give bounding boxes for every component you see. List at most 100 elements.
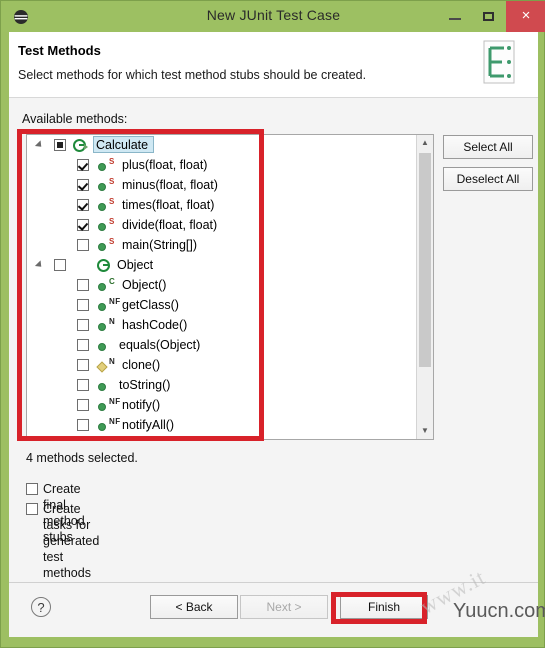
tree-row-label: clone() <box>122 358 161 372</box>
public-method-icon <box>98 303 106 311</box>
modifier-superscript: NF <box>109 397 121 406</box>
tree-row[interactable]: Splus(float, float) <box>27 155 416 175</box>
java-class-icon <box>73 138 88 153</box>
row-checkbox[interactable] <box>77 239 89 251</box>
row-checkbox[interactable] <box>77 419 89 431</box>
tree-row[interactable]: NF notifyAll() <box>27 415 416 435</box>
scrollbar-thumb[interactable] <box>419 153 431 367</box>
modifier-superscript: N <box>109 317 115 326</box>
public-method-icon <box>98 283 106 291</box>
tree-row[interactable]: Calculate <box>27 135 416 155</box>
tree-row-label: Object <box>117 258 154 272</box>
tree-row-label: notify() <box>122 398 161 412</box>
tree-row-label: notifyAll() <box>122 418 175 432</box>
methods-tree-rows: Calculate Splus(float, float) Sminus(float… <box>27 135 416 439</box>
wizard-banner: Test Methods Select methods for which te… <box>9 32 538 98</box>
row-checkbox[interactable] <box>54 139 66 151</box>
expanded-twisty-icon[interactable] <box>34 140 45 150</box>
tree-row[interactable]: Sminus(float, float) <box>27 175 416 195</box>
tree-row-label: Object() <box>122 278 167 292</box>
select-all-button[interactable]: Select All <box>443 135 533 159</box>
public-method-icon <box>98 223 106 231</box>
expanded-twisty-icon[interactable] <box>34 260 45 270</box>
page-title: Test Methods <box>18 43 101 58</box>
tree-row[interactable]: C Object() <box>27 275 416 295</box>
row-checkbox[interactable] <box>77 199 89 211</box>
row-checkbox[interactable] <box>77 339 89 351</box>
help-icon[interactable]: ? <box>31 597 51 617</box>
modifier-superscript: S <box>109 237 115 246</box>
tree-row[interactable]: Stimes(float, float) <box>27 195 416 215</box>
maximize-icon <box>483 12 494 21</box>
public-method-icon <box>98 383 106 391</box>
scroll-down-icon[interactable]: ▼ <box>417 423 433 439</box>
methods-tree[interactable]: Calculate Splus(float, float) Sminus(float… <box>26 134 434 440</box>
modifier-superscript: N <box>109 357 115 366</box>
watermark-brand: Yuucn.com <box>453 600 545 622</box>
dialog-window: New JUnit Test Case × Test Methods Selec… <box>0 0 545 648</box>
modifier-superscript: NF <box>109 417 121 426</box>
protected-method-icon <box>96 361 108 373</box>
tree-row[interactable]: Nclone() <box>27 355 416 375</box>
row-checkbox[interactable] <box>77 159 89 171</box>
public-method-icon <box>98 323 106 331</box>
public-method-icon <box>98 343 106 351</box>
tree-row-label: times(float, float) <box>122 198 215 212</box>
page-subtitle: Select methods for which test method stu… <box>18 68 367 82</box>
test-methods-wizard-icon <box>478 38 526 92</box>
minimize-button[interactable] <box>438 1 472 32</box>
tree-row-label: main(String[]) <box>122 238 198 252</box>
checkbox-icon[interactable] <box>26 503 38 515</box>
close-icon: × <box>521 7 531 24</box>
tree-row-label: Calculate <box>93 136 155 153</box>
modifier-superscript: NF <box>109 297 121 306</box>
row-checkbox[interactable] <box>77 379 89 391</box>
public-method-icon <box>98 403 106 411</box>
tree-row[interactable]: NhashCode() <box>27 315 416 335</box>
modifier-superscript: S <box>109 177 115 186</box>
back-button[interactable]: < Back <box>150 595 238 619</box>
screenshot-root: New JUnit Test Case × Test Methods Selec… <box>0 0 545 648</box>
checkbox-icon[interactable] <box>26 483 38 495</box>
public-method-icon <box>98 183 106 191</box>
row-checkbox[interactable] <box>77 219 89 231</box>
row-checkbox[interactable] <box>54 259 66 271</box>
modifier-superscript: S <box>109 197 115 206</box>
tree-row[interactable]: Object <box>27 255 416 275</box>
public-method-icon <box>98 163 106 171</box>
selection-status: 4 methods selected. <box>26 451 138 465</box>
close-button[interactable]: × <box>506 1 545 32</box>
tree-row[interactable]: toString() <box>27 375 416 395</box>
public-method-icon <box>98 203 106 211</box>
finish-button[interactable]: Finish <box>340 595 428 619</box>
modifier-superscript: S <box>109 157 115 166</box>
tree-row[interactable]: Sdivide(float, float) <box>27 215 416 235</box>
row-checkbox[interactable] <box>77 179 89 191</box>
maximize-button[interactable] <box>472 1 506 32</box>
title-bar: New JUnit Test Case × <box>1 1 545 32</box>
tree-row-label: getClass() <box>122 298 179 312</box>
tree-row[interactable]: equals(Object) <box>27 335 416 355</box>
row-checkbox[interactable] <box>77 359 89 371</box>
tree-row-label: hashCode() <box>122 318 188 332</box>
tree-row[interactable]: NF getClass() <box>27 295 416 315</box>
row-checkbox[interactable] <box>77 319 89 331</box>
minimize-icon <box>449 18 461 20</box>
dialog-body: Available methods: Calculate Splus(float,… <box>9 98 538 582</box>
tree-row-label: toString() <box>119 378 171 392</box>
deselect-all-button[interactable]: Deselect All <box>443 167 533 191</box>
tree-vertical-scrollbar[interactable]: ▲ ▼ <box>416 135 433 439</box>
available-methods-label: Available methods: <box>22 112 128 126</box>
row-checkbox[interactable] <box>77 399 89 411</box>
java-class-icon <box>97 258 112 273</box>
tree-row-label: minus(float, float) <box>122 178 218 192</box>
scroll-up-icon[interactable]: ▲ <box>417 135 433 151</box>
next-button: Next > <box>240 595 328 619</box>
tree-row-label: equals(Object) <box>119 338 201 352</box>
row-checkbox[interactable] <box>77 279 89 291</box>
modifier-superscript: S <box>109 217 115 226</box>
row-checkbox[interactable] <box>77 299 89 311</box>
tree-row[interactable]: Smain(String[]) <box>27 235 416 255</box>
tree-row[interactable]: NF notify() <box>27 395 416 415</box>
modifier-superscript: C <box>109 277 115 286</box>
